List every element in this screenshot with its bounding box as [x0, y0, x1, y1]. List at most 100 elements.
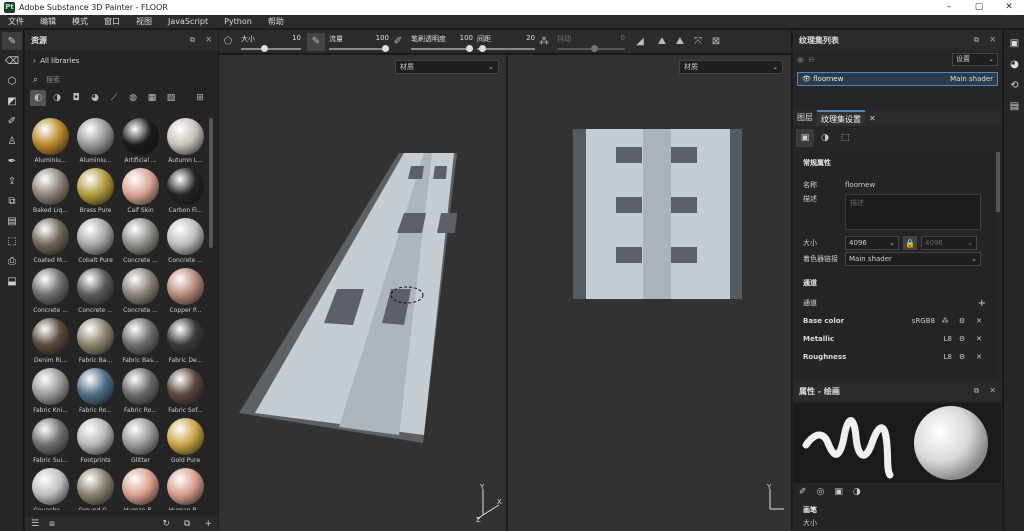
channel-base-color[interactable]: Base color sRGB8 ⁂ ⚙ ✕ [803, 312, 986, 330]
reset-icon[interactable]: ⊠ [707, 33, 725, 51]
channel-metallic[interactable]: Metallic L8 ⚙ ✕ [803, 330, 986, 348]
jitter-icon[interactable]: ⁂ [535, 33, 553, 51]
asset-tile[interactable]: Denim Ri... [28, 318, 73, 368]
close-panel-icon[interactable]: ✕ [989, 35, 996, 45]
asset-tile[interactable]: Fabric Sui... [28, 418, 73, 468]
maximize-button[interactable]: ▢ [964, 0, 994, 15]
symmetry-icon[interactable]: ◢ [631, 33, 649, 51]
menu-window[interactable]: 窗口 [96, 16, 128, 27]
menu-view[interactable]: 视图 [128, 16, 160, 27]
display-settings-icon[interactable]: ⬓ [2, 272, 22, 290]
asset-tile[interactable]: Concrete ... [118, 218, 163, 268]
filter-environments-icon[interactable]: ▨ [163, 90, 179, 106]
texture-set-item[interactable]: 👁 floornew Main shader [797, 72, 998, 86]
list-view-icon[interactable]: ☰ [31, 519, 39, 529]
menu-mode[interactable]: 模式 [64, 16, 96, 27]
add-icon[interactable]: + [204, 519, 212, 529]
filter-textures-icon[interactable]: ◕ [87, 90, 103, 106]
asset-tile[interactable]: Concrete ... [118, 268, 163, 318]
lock-icon[interactable]: 🔒 [903, 236, 917, 250]
description-field[interactable]: 描述 [845, 194, 981, 230]
close-panel-icon[interactable]: ✕ [989, 386, 996, 396]
filter-alphas-icon[interactable]: ◍ [125, 90, 141, 106]
close-panel-icon[interactable]: ✕ [205, 35, 212, 45]
asset-tile[interactable]: Cobalt Pure [73, 218, 118, 268]
channel-settings-icon[interactable]: ⚙ [955, 335, 969, 343]
eraser-icon[interactable]: ⌫ [2, 52, 22, 70]
remove-channel-icon[interactable]: ✕ [972, 335, 986, 343]
bake-mesh-icon[interactable]: ◑ [816, 129, 834, 147]
asset-tile[interactable]: Fabric Ba... [73, 318, 118, 368]
menu-file[interactable]: 文件 [0, 16, 32, 27]
asset-tile[interactable]: Fabric Kni... [28, 368, 73, 418]
asset-tile[interactable]: Aluminiu... [28, 118, 73, 168]
tab-layers[interactable]: 图层 [793, 110, 817, 126]
undock-icon[interactable]: ⧉ [190, 35, 196, 45]
settings-icon[interactable]: ▣ [796, 129, 814, 147]
asset-tile[interactable]: Copper P... [163, 268, 208, 318]
alpha-tab-icon[interactable]: ▣ [834, 487, 843, 497]
menu-python[interactable]: Python [216, 17, 260, 26]
flow-slider[interactable]: 流量 100 [329, 34, 389, 52]
asset-tile[interactable]: Footprints [73, 418, 118, 468]
remove-channel-icon[interactable]: ✕ [972, 317, 986, 325]
polygon-fill-icon[interactable]: ◩ [2, 92, 22, 110]
history-icon[interactable]: ⟲ [1006, 77, 1023, 93]
smudge-icon[interactable]: ✐ [2, 112, 22, 130]
close-tab-icon[interactable]: ✕ [869, 114, 876, 123]
stencil-tab-icon[interactable]: ◑ [853, 487, 861, 497]
channel-settings-icon[interactable]: ⚙ [955, 317, 969, 325]
lazy-mouse-icon[interactable]: ⛰ [653, 33, 671, 51]
menu-help[interactable]: 帮助 [260, 16, 292, 27]
size-slider[interactable]: 大小 10 [241, 34, 301, 52]
geometry-mask-icon[interactable]: ⧉ [2, 192, 22, 210]
bake-icon[interactable]: ⇪ [2, 172, 22, 190]
asset-tile[interactable]: Gouache ... [28, 468, 73, 510]
settings-scrollbar[interactable] [996, 152, 1000, 212]
shader-settings-icon[interactable]: ◕ [1006, 56, 1023, 72]
menu-edit[interactable]: 编辑 [32, 16, 64, 27]
asset-tile[interactable]: Fabric Ro... [73, 368, 118, 418]
measure-icon[interactable]: ⬚ [2, 232, 22, 250]
asset-tile[interactable]: Artificial ... [118, 118, 163, 168]
uv-crop-icon[interactable]: ⬚ [836, 129, 854, 147]
transform-icon[interactable]: ⤧ [689, 33, 707, 51]
mirror-icon[interactable]: ⛰ [671, 33, 689, 51]
jitter-slider[interactable]: 抖动 0 [557, 34, 625, 52]
asset-tile[interactable]: Carbon Fi... [163, 168, 208, 218]
filter-smart-materials-icon[interactable]: ◐ [30, 90, 46, 106]
channel-roughness[interactable]: Roughness L8 ⚙ ✕ [803, 348, 986, 366]
color-picker-icon[interactable]: ✒ [2, 152, 22, 170]
assets-scrollbar[interactable] [209, 118, 213, 248]
undock-icon[interactable]: ⧉ [974, 35, 980, 45]
color-profile-icon[interactable]: ⁂ [938, 317, 952, 325]
library-selector[interactable]: › All libraries [25, 50, 218, 72]
remove-channel-icon[interactable]: ✕ [972, 353, 986, 361]
projection-icon[interactable]: ⬡ [2, 72, 22, 90]
asset-tile[interactable]: Concrete ... [28, 268, 73, 318]
stroke-opacity-icon[interactable]: ✐ [389, 33, 407, 51]
search-input[interactable]: ⌕ 搜索 [25, 72, 218, 88]
eye-icon[interactable]: 👁 [802, 75, 811, 83]
import-icon[interactable]: ⧈ [49, 519, 55, 529]
link-icon[interactable]: ⊖ [808, 55, 815, 64]
add-channel-icon[interactable]: + [978, 298, 986, 309]
size-select[interactable]: 4096 ⌄ [845, 236, 899, 250]
asset-tile[interactable]: Concrete ... [163, 218, 208, 268]
grid-view-icon[interactable]: ⊞ [192, 90, 208, 106]
asset-tile[interactable]: Baked Liq... [28, 168, 73, 218]
filter-masks-icon[interactable]: ◘ [68, 90, 84, 106]
brush-preset-icon[interactable]: ⬠ [219, 33, 237, 51]
filter-materials-icon[interactable]: ◑ [49, 90, 65, 106]
asset-tile[interactable]: Coated M... [28, 218, 73, 268]
asset-tile[interactable]: Human B... [118, 468, 163, 510]
tab-texture-set-settings[interactable]: 纹理集设置 [817, 110, 865, 126]
asset-tile[interactable]: Aluminiu... [73, 118, 118, 168]
asset-tile[interactable]: Brass Pure [73, 168, 118, 218]
asset-tile[interactable]: Glitter [118, 418, 163, 468]
channel-settings-icon[interactable]: ⚙ [955, 353, 969, 361]
undock-icon[interactable]: ⧉ [974, 386, 980, 396]
viewport-3d[interactable]: 材质 ⌄ YXZ [219, 55, 506, 531]
asset-tile[interactable]: Calf Skin [118, 168, 163, 218]
close-button[interactable]: ✕ [994, 0, 1024, 15]
